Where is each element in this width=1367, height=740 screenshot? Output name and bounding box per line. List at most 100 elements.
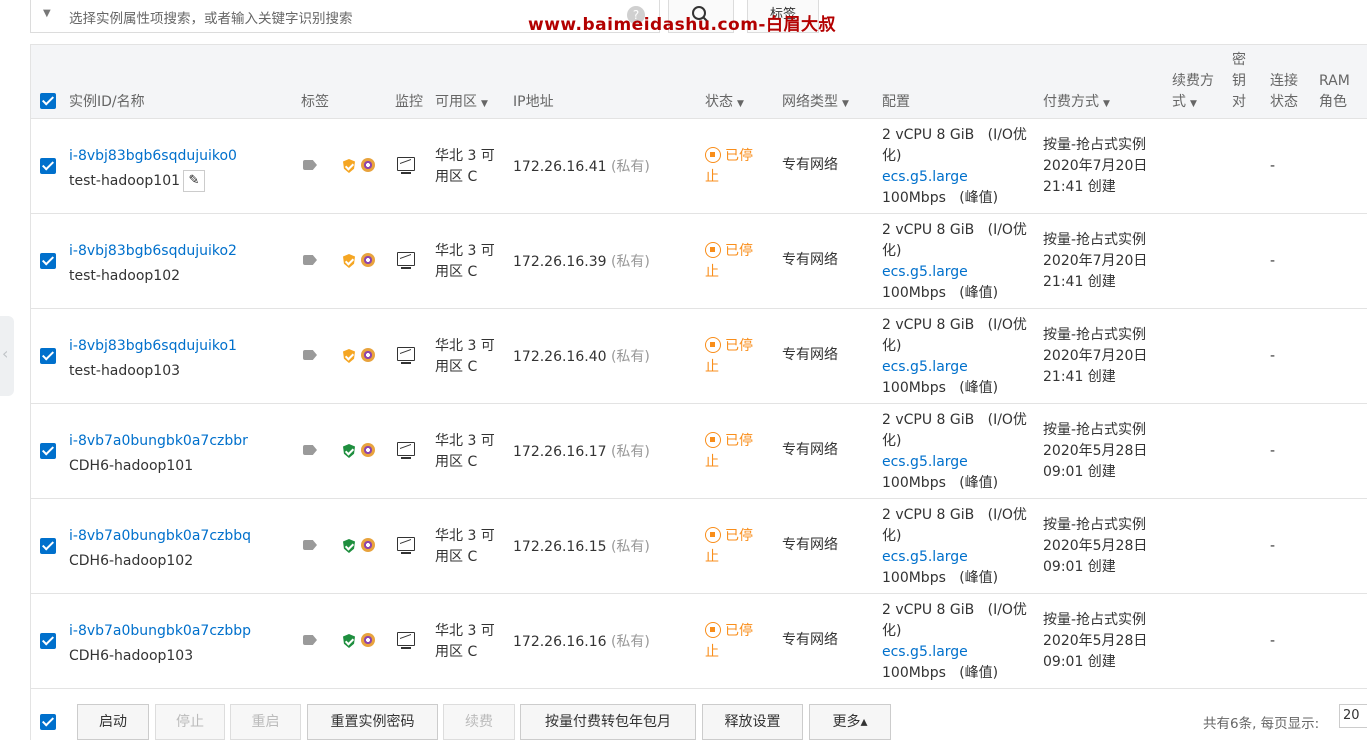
sidebar-collapse-toggle[interactable]: ‹ xyxy=(0,316,14,396)
instance-id-link[interactable]: i-8vb7a0bungbk0a7czbbr xyxy=(69,431,248,452)
config-line-1: 2 vCPU 8 GiB (I/O优 xyxy=(882,602,1027,618)
filter-down-icon: ▼ xyxy=(842,99,849,109)
instance-id-link[interactable]: i-8vbj83bgb6sqdujuiko1 xyxy=(69,336,237,357)
tag-icon[interactable] xyxy=(303,540,317,550)
edit-name-icon[interactable]: ✎ xyxy=(183,170,205,192)
tag-icon[interactable] xyxy=(303,445,317,455)
instance-id-link[interactable]: i-8vbj83bgb6sqdujuiko0 xyxy=(69,146,237,167)
instance-name: test-hadoop101 xyxy=(69,173,181,189)
col-keypair-label-3: 对 xyxy=(1232,94,1246,110)
zone-line-1: 华北 3 可 xyxy=(435,528,495,544)
network-type: 专有网络 xyxy=(782,157,838,173)
monitor-chart-icon[interactable] xyxy=(397,632,415,649)
instance-id-link[interactable]: i-8vbj83bgb6sqdujuiko2 xyxy=(69,241,237,262)
col-billing-label: 付费方式 xyxy=(1043,94,1099,110)
instance-type-link[interactable]: ecs.g5.large xyxy=(882,547,968,568)
monitor-chart-icon[interactable] xyxy=(397,252,415,269)
monitor-chart-icon[interactable] xyxy=(397,347,415,364)
billing-line-2: 2020年5月28日 xyxy=(1043,633,1148,649)
security-shield-icon[interactable] xyxy=(343,634,355,648)
monitor-chart-icon[interactable] xyxy=(397,442,415,459)
instance-name: CDH6-hadoop101 xyxy=(69,458,194,474)
cloud-assistant-icon[interactable] xyxy=(361,348,375,362)
tag-icon[interactable] xyxy=(303,635,317,645)
ip-type: (私有) xyxy=(610,254,650,270)
instance-type-link[interactable]: ecs.g5.large xyxy=(882,262,968,283)
stop-button[interactable]: 停止 xyxy=(155,704,225,740)
zone-line-2: 用区 C xyxy=(435,644,478,660)
col-ram-label-1: RAM xyxy=(1319,73,1350,89)
cloud-assistant-icon[interactable] xyxy=(361,158,375,172)
status-text-2: 止 xyxy=(705,264,719,280)
ip-address: 172.26.16.39 (私有) xyxy=(513,252,650,273)
security-shield-icon[interactable] xyxy=(343,444,355,458)
col-status[interactable]: 状态 ▼ xyxy=(705,92,744,115)
ip-value: 172.26.16.41 xyxy=(513,159,607,175)
billing-line-2: 2020年7月20日 xyxy=(1043,158,1148,174)
security-shield-icon[interactable] xyxy=(343,539,355,553)
restart-button[interactable]: 重启 xyxy=(230,704,301,740)
col-network[interactable]: 网络类型 ▼ xyxy=(782,92,849,115)
cloud-assistant-icon[interactable] xyxy=(361,443,375,457)
cloud-assistant-icon[interactable] xyxy=(361,633,375,647)
ip-value: 172.26.16.40 xyxy=(513,349,607,365)
col-billing[interactable]: 付费方式 ▼ xyxy=(1043,92,1110,115)
security-shield-icon[interactable] xyxy=(343,349,355,363)
network-type: 专有网络 xyxy=(782,252,838,268)
billing-line-3: 09:01 创建 xyxy=(1043,559,1116,575)
row-checkbox[interactable] xyxy=(40,348,56,364)
status-text-1: 已停 xyxy=(725,243,753,259)
tag-icon[interactable] xyxy=(303,350,317,360)
release-settings-button[interactable]: 释放设置 xyxy=(702,704,803,740)
row-checkbox[interactable] xyxy=(40,443,56,459)
col-renew-label-2: 式 xyxy=(1172,94,1186,110)
convert-to-subscription-button[interactable]: 按量付费转包年包月 xyxy=(520,704,696,740)
table-row: i-8vb7a0bungbk0a7czbbp CDH6-hadoop103 华北 3… xyxy=(31,594,1367,689)
reset-password-button[interactable]: 重置实例密码 xyxy=(307,704,438,740)
col-zone[interactable]: 可用区 ▼ xyxy=(435,92,488,115)
col-renew[interactable]: 续费方 式 ▼ xyxy=(1172,71,1214,115)
instance-name: test-hadoop102 xyxy=(69,268,181,284)
config-line-1: 2 vCPU 8 GiB (I/O优 xyxy=(882,317,1027,333)
row-checkbox[interactable] xyxy=(40,253,56,269)
zone-line-2: 用区 C xyxy=(435,264,478,280)
config-line-2: 化) xyxy=(882,148,902,164)
ip-type: (私有) xyxy=(610,349,650,365)
select-all-checkbox[interactable] xyxy=(40,93,56,109)
zone-line-1: 华北 3 可 xyxy=(435,623,495,639)
more-button[interactable]: 更多▴ xyxy=(809,704,891,740)
col-connection-label-1: 连接 xyxy=(1270,73,1298,89)
instance-type-link[interactable]: ecs.g5.large xyxy=(882,167,968,188)
renew-button[interactable]: 续费 xyxy=(443,704,515,740)
billing-line-1: 按量-抢占式实例 xyxy=(1043,517,1147,533)
instance-id-link[interactable]: i-8vb7a0bungbk0a7czbbq xyxy=(69,526,251,547)
instance-type-link[interactable]: ecs.g5.large xyxy=(882,452,968,473)
instance-type-link[interactable]: ecs.g5.large xyxy=(882,642,968,663)
billing-line-2: 2020年5月28日 xyxy=(1043,538,1148,554)
col-monitor: 监控 xyxy=(395,94,423,110)
search-input[interactable]: 选择实例属性项搜索，或者输入关键字识别搜索 xyxy=(69,7,353,27)
monitor-chart-icon[interactable] xyxy=(397,537,415,554)
security-shield-icon[interactable] xyxy=(343,159,355,173)
zone-line-1: 华北 3 可 xyxy=(435,148,495,164)
monitor-chart-icon[interactable] xyxy=(397,157,415,174)
row-checkbox[interactable] xyxy=(40,158,56,174)
status-text-1: 已停 xyxy=(725,528,753,544)
select-all-footer-checkbox[interactable] xyxy=(40,714,56,730)
tag-icon[interactable] xyxy=(303,160,317,170)
instance-id-link[interactable]: i-8vb7a0bungbk0a7czbbp xyxy=(69,621,251,642)
instance-type-link[interactable]: ecs.g5.large xyxy=(882,357,968,378)
caret-down-icon[interactable]: ▼ xyxy=(43,8,51,19)
row-checkbox[interactable] xyxy=(40,633,56,649)
col-zone-label: 可用区 xyxy=(435,94,477,110)
row-checkbox[interactable] xyxy=(40,538,56,554)
start-button[interactable]: 启动 xyxy=(77,704,149,740)
page-size-select[interactable]: 20 xyxy=(1339,704,1367,728)
bandwidth: 100Mbps (峰值) xyxy=(882,285,999,301)
security-shield-icon[interactable] xyxy=(343,254,355,268)
cloud-assistant-icon[interactable] xyxy=(361,253,375,267)
cloud-assistant-icon[interactable] xyxy=(361,538,375,552)
col-renew-label-1: 续费方 xyxy=(1172,73,1214,89)
status-line-1: 已停 xyxy=(705,336,753,357)
tag-icon[interactable] xyxy=(303,255,317,265)
